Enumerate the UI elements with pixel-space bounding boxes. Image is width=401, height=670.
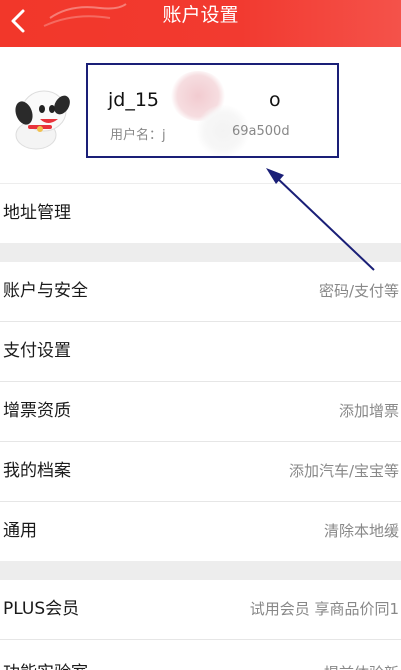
annotation-arrow	[266, 168, 375, 271]
